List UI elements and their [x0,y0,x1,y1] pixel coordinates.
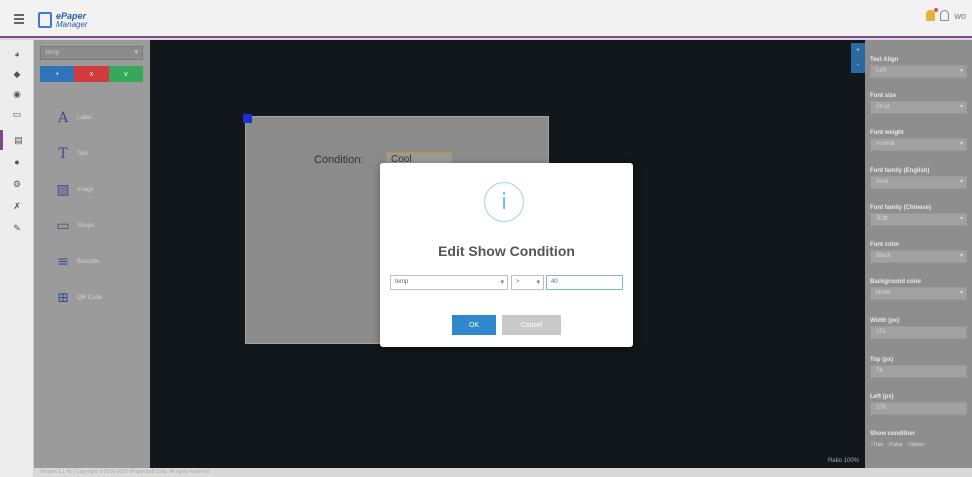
radio-option[interactable]: Option [906,442,924,448]
delete-button[interactable]: x [74,66,109,82]
font-family-en-label: Font family (English) [870,168,930,174]
font-family-cn-group: Font family (Chinese) 宋体 [870,203,967,226]
font-family-cn-select[interactable]: 宋体 [870,213,967,226]
font-family-cn-label: Font family (Chinese) [870,205,932,211]
footer-copyright: Version 1.1.45 | Copyright © 2016-2020 e… [40,469,209,475]
font-color-group: Font color Black [870,240,967,263]
show-condition-label: Show condition [870,431,915,437]
show-condition-group: Show condition True False Option [870,429,967,451]
nav-rail: ◕ ◆ ◉ ▭ ▤ ● ⚙ ✗ ✎ [0,40,34,477]
edit-show-condition-dialog: i Edit Show Condition temp > 40 OK Cance… [380,163,633,347]
user-icon[interactable] [940,10,950,21]
tool-label[interactable]: A Label [54,100,134,136]
template-icon[interactable]: ▤ [0,130,34,150]
bg-color-group: Background color None [870,277,967,300]
left-group: Left (px) 379 [870,392,967,415]
user-name[interactable]: wo [954,11,966,21]
zoom-in-button[interactable]: + [851,43,865,58]
font-weight-label: Font weight [870,130,904,136]
text-align-group: Text Align Left [870,55,967,78]
text-label-icon: A [57,110,69,126]
show-condition-radios: True False Option [870,439,967,451]
font-size-label: Font size [870,93,897,99]
cancel-button[interactable]: Cancel [502,315,561,335]
tool-text[interactable]: T Text [54,136,134,172]
app-logo[interactable]: ePaper Manager [38,9,88,31]
text-box-icon: T [58,146,68,162]
font-family-en-select[interactable]: Arial [870,176,967,189]
width-label: Width (px) [870,318,900,324]
radio-true[interactable]: True [870,442,883,448]
resize-handle[interactable] [243,114,252,123]
tool-list: A Label T Text ▨ Image ▭ Shape ≡ Barcode… [54,100,134,316]
toolbox-button-group: + x v [40,66,143,82]
top-group: Top (px) 76 [870,355,967,378]
font-family-en-group: Font family (English) Arial [870,166,967,189]
save-button[interactable]: v [108,66,143,82]
font-size-group: Font size 24 pt [870,91,967,114]
tool-image[interactable]: ▨ Image [54,172,134,208]
dashboard-icon[interactable]: ◕ [0,44,34,64]
bg-color-label: Background color [870,279,922,285]
font-color-label: Font color [870,242,900,248]
tool-qrcode-text: QR Code [77,295,103,301]
top-right-controls: wo [926,8,966,21]
top-input[interactable]: 76 [870,365,967,378]
info-icon: i [484,182,524,222]
logo-text-line2: Manager [56,20,88,29]
properties-panel: Text Align Left Font size 24 pt Font wei… [865,40,972,468]
qr-code-icon: ⊞ [57,290,69,306]
radio-false[interactable]: False [887,442,902,448]
width-group: Width (px) 151 [870,316,967,339]
zoom-controls: + - [851,43,865,73]
gear-icon[interactable]: ⚙ [0,174,34,194]
add-button[interactable]: + [40,66,75,82]
tool-barcode[interactable]: ≡ Barcode [54,244,134,280]
toolbox-panel: temp + x v A Label T Text ▨ Image ▭ Shap… [34,40,150,468]
text-align-select[interactable]: Left [870,65,967,78]
zoom-out-button[interactable]: - [851,58,865,73]
condition-label[interactable]: Condition: [314,154,364,166]
tool-image-text: Image [77,187,94,193]
top-label: Top (px) [870,357,894,363]
tool-label-text: Label [77,115,92,121]
wrench-icon[interactable]: ✎ [0,218,34,238]
top-bar: ePaper Manager wo [0,0,972,38]
globe-icon[interactable]: ◉ [0,84,34,104]
template-select[interactable]: temp [40,46,143,60]
barcode-icon: ≡ [57,254,69,270]
tag-icon[interactable]: ◆ [0,64,34,84]
font-size-select[interactable]: 24 pt [870,101,967,114]
font-weight-select[interactable]: normal [870,138,967,151]
width-input[interactable]: 151 [870,326,967,339]
tool-shape[interactable]: ▭ Shape [54,208,134,244]
monitor-icon[interactable]: ▭ [0,104,34,124]
tool-barcode-text: Barcode [77,259,100,265]
tool-shape-text: Shape [77,223,95,229]
shape-icon: ▭ [56,218,70,234]
image-icon: ▨ [56,182,70,198]
text-align-label: Text Align [870,57,899,63]
left-label: Left (px) [870,394,894,400]
font-weight-group: Font weight normal [870,128,967,151]
menu-icon[interactable] [14,14,24,24]
tools-icon[interactable]: ✗ [0,196,34,216]
notification-bell-icon[interactable] [926,8,939,21]
variable-select[interactable]: temp [390,275,508,290]
tool-text-text: Text [77,151,89,157]
left-input[interactable]: 379 [870,402,967,415]
ok-button[interactable]: OK [452,315,496,335]
bg-color-select[interactable]: None [870,287,967,300]
condition-value-input[interactable]: 40 [546,275,623,290]
zoom-ratio: Ratio 100% [827,458,859,464]
operator-select[interactable]: > [511,275,544,290]
logo-mark-icon [38,12,52,28]
users-icon[interactable]: ● [0,152,34,172]
dialog-title: Edit Show Condition [438,243,575,259]
tool-qrcode[interactable]: ⊞ QR Code [54,280,134,316]
font-color-select[interactable]: Black [870,250,967,263]
